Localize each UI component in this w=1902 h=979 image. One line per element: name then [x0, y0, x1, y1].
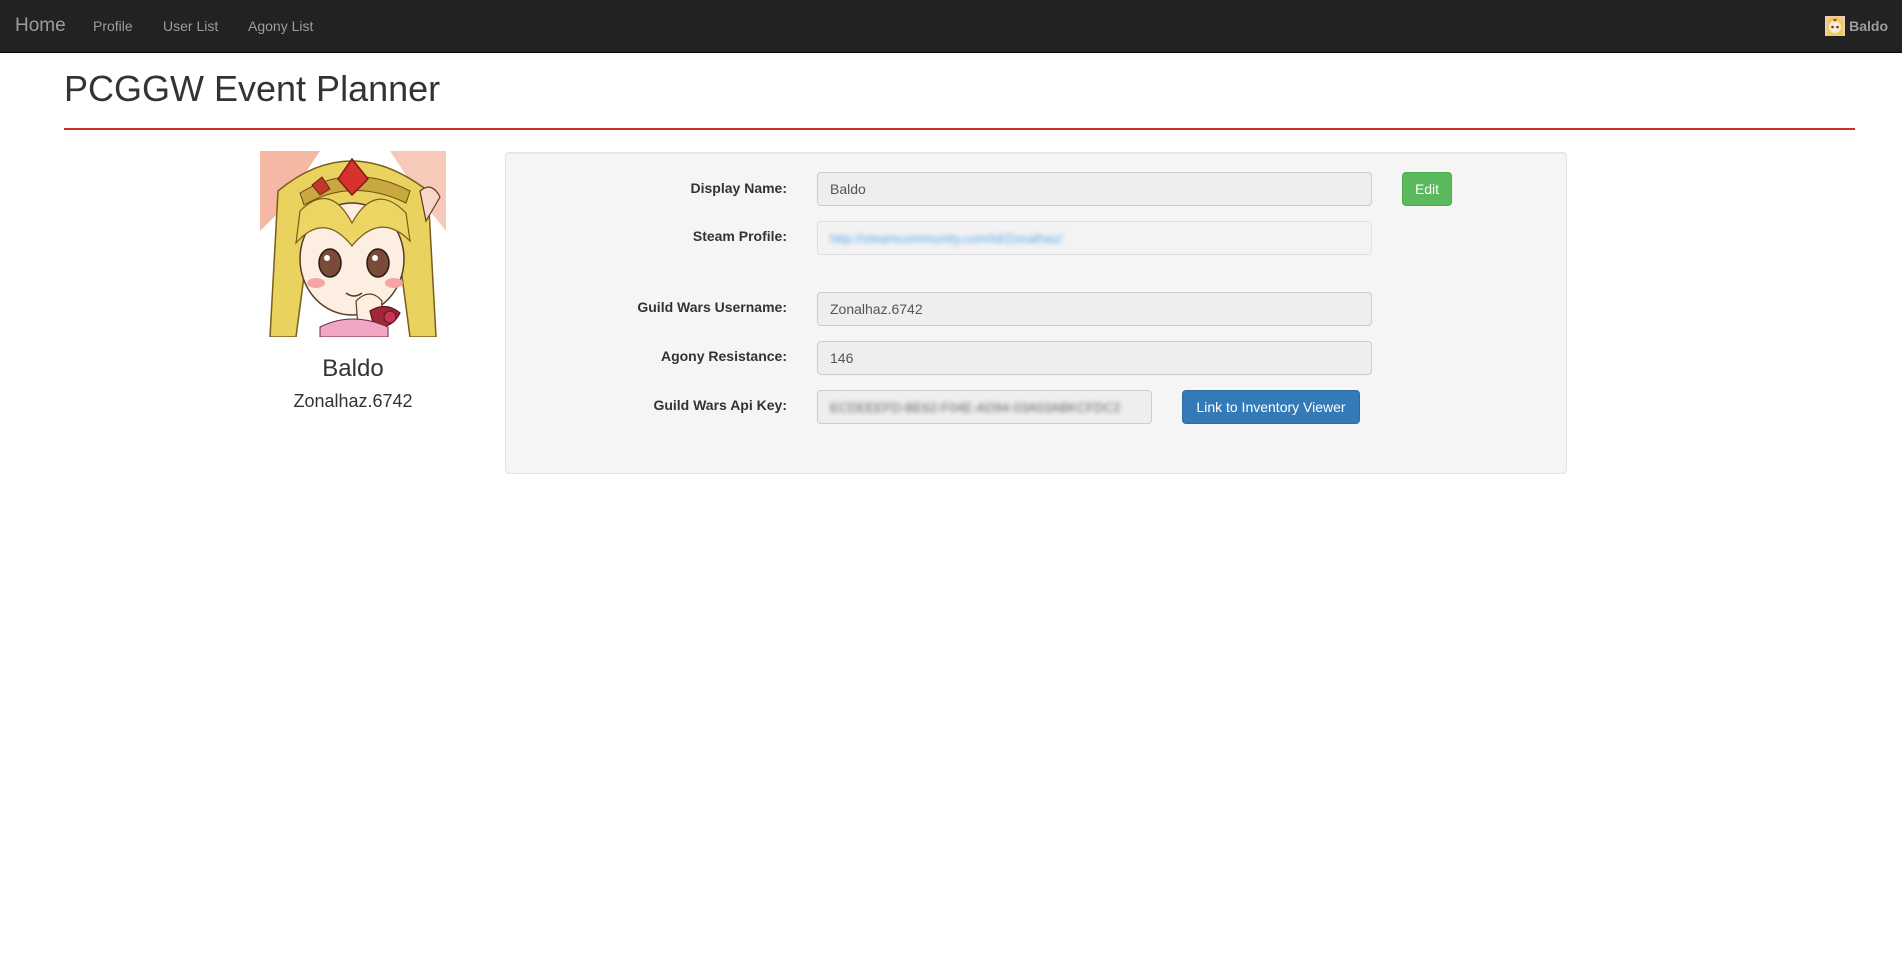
profile-display-name: Baldo: [322, 355, 384, 382]
nav-home-link[interactable]: Home: [15, 15, 66, 37]
steam-profile-label: Steam Profile:: [692, 228, 787, 244]
inventory-viewer-button[interactable]: Link to Inventory Viewer: [1182, 390, 1360, 424]
agony-resistance-field[interactable]: 146: [817, 341, 1372, 375]
top-navbar: Home Profile User List Agony List Baldo: [0, 0, 1902, 53]
api-key-label: Guild Wars Api Key:: [653, 397, 787, 413]
display-name-label: Display Name:: [690, 180, 787, 196]
profile-avatar: [260, 151, 446, 337]
user-avatar-icon: [1825, 16, 1846, 36]
nav-profile-link[interactable]: Profile: [93, 18, 133, 34]
nav-user-menu[interactable]: Baldo: [1825, 16, 1888, 36]
agony-resistance-label: Agony Resistance:: [660, 348, 787, 364]
nav-agony-list-link[interactable]: Agony List: [248, 18, 313, 34]
api-key-field[interactable]: ECDEEEFD-BE62-F04E-AD94-03A03ABKCFDC2: [817, 390, 1152, 424]
nav-user-list-link[interactable]: User List: [163, 18, 218, 34]
nav-user-name: Baldo: [1849, 18, 1888, 34]
steam-profile-link[interactable]: http://steamcommunity.com/id/Zonalhaz/: [830, 231, 1062, 246]
display-name-field[interactable]: Baldo: [817, 172, 1372, 206]
api-key-value: ECDEEEFD-BE62-F04E-AD94-03A03ABKCFDC2: [830, 400, 1121, 415]
title-divider: [64, 128, 1855, 130]
gw-username-label: Guild Wars Username:: [637, 299, 787, 315]
gw-username-field[interactable]: Zonalhaz.6742: [817, 292, 1372, 326]
page-title: PCGGW Event Planner: [64, 68, 441, 109]
profile-gw-username: Zonalhaz.6742: [293, 391, 413, 411]
edit-button[interactable]: Edit: [1402, 172, 1452, 206]
steam-profile-field[interactable]: http://steamcommunity.com/id/Zonalhaz/: [817, 221, 1372, 255]
